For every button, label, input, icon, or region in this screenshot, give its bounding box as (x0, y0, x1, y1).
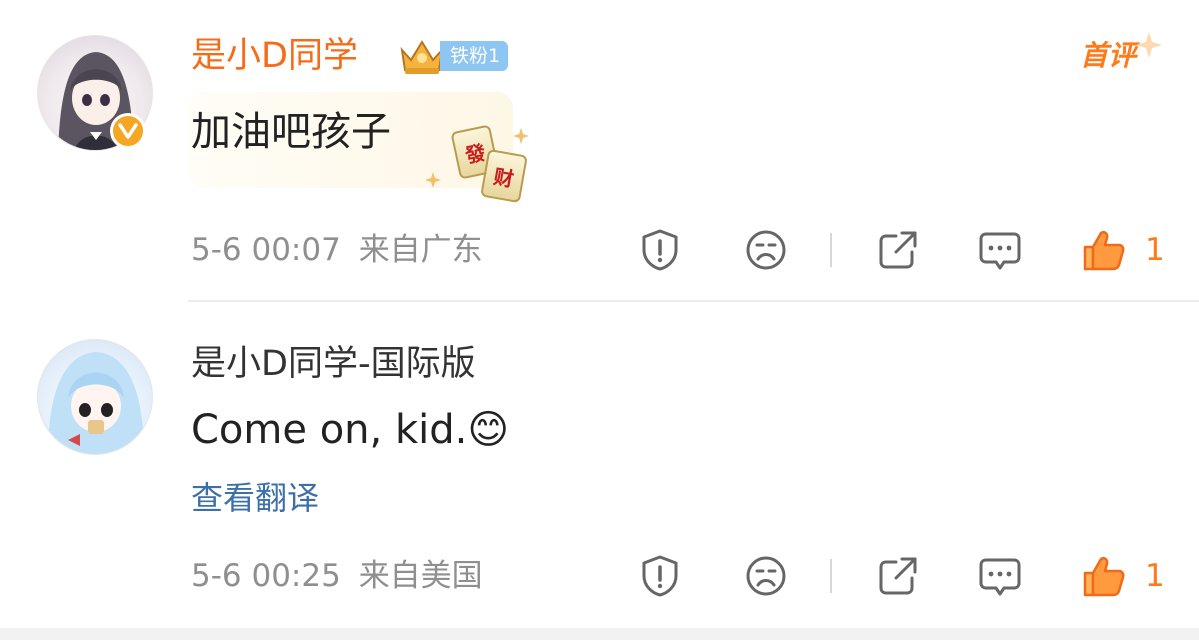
avatar[interactable] (37, 339, 153, 455)
timestamp: 5-6 00:25 (191, 558, 341, 594)
comment-meta: 5-6 00:07 来自广东 (191, 230, 483, 270)
location: 来自广东 (358, 232, 483, 268)
comment-item: 是小D同学 铁粉1 首评 加油吧孩子 發 财 5-6 00:07 来自广东 1 (0, 0, 1199, 302)
comment-text: 加油吧孩子 (191, 109, 391, 155)
comment-icon[interactable] (978, 554, 1022, 598)
sparkle-icon (425, 172, 441, 188)
dislike-icon[interactable] (744, 228, 788, 272)
like-count: 1 (1145, 558, 1165, 594)
location: 来自美国 (358, 558, 483, 594)
sparkle-icon (513, 128, 529, 144)
action-separator (830, 559, 832, 593)
verified-badge-icon (110, 113, 146, 149)
footer-bar (0, 628, 1199, 640)
report-icon[interactable] (638, 228, 682, 272)
translate-link[interactable]: 查看翻译 (191, 478, 319, 518)
like-icon[interactable] (1082, 554, 1126, 598)
sparkle-icon (1136, 32, 1162, 58)
like-icon[interactable] (1082, 228, 1126, 272)
report-icon[interactable] (638, 554, 682, 598)
share-icon[interactable] (876, 228, 920, 272)
first-comment-badge: 首评 (1080, 39, 1137, 72)
dislike-icon[interactable] (744, 554, 788, 598)
like-count: 1 (1145, 232, 1165, 268)
comment-meta: 5-6 00:25 来自美国 (191, 556, 483, 596)
comment-icon[interactable] (978, 228, 1022, 272)
share-icon[interactable] (876, 554, 920, 598)
comment-text: Come on, kid.😊 (191, 407, 510, 453)
username[interactable]: 是小D同学 (191, 36, 358, 76)
sticker-tile: 财 (480, 148, 528, 204)
crown-icon (400, 40, 444, 74)
username[interactable]: 是小D同学-国际版 (191, 344, 476, 384)
fan-level-badge: 铁粉1 (440, 41, 509, 71)
timestamp: 5-6 00:07 (191, 232, 341, 268)
comment-item: 是小D同学-国际版 Come on, kid.😊 查看翻译 5-6 00:25 … (0, 302, 1199, 628)
action-separator (830, 233, 832, 267)
avatar-illustration (48, 352, 144, 454)
